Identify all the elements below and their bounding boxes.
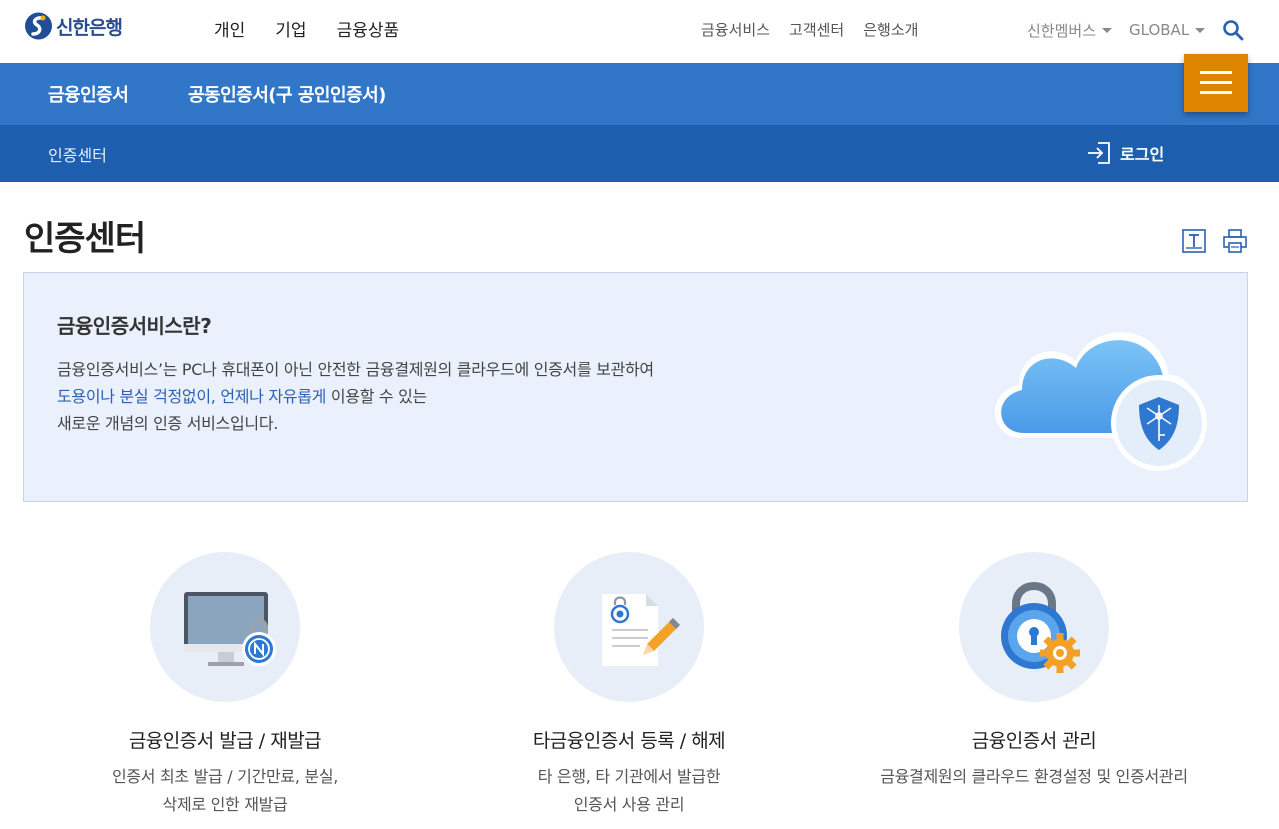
- lock-gear-icon: [1001, 582, 1080, 673]
- card-desc-line-1: 타 은행, 타 기관에서 발급한: [537, 767, 721, 786]
- hamburger-menu-button[interactable]: [1184, 54, 1248, 112]
- intro-line-2: 도용이나 분실 걱정없이, 언제나 자유롭게 이용할 수 있는: [57, 383, 427, 407]
- card-icon-circle: [150, 552, 300, 702]
- gnb-products[interactable]: 금융상품: [337, 16, 400, 41]
- login-button[interactable]: 로그인: [1086, 141, 1164, 165]
- card-title: 금융인증서 관리: [971, 730, 1097, 752]
- intro-line-1: 금융인증서비스’는 PC나 휴대폰이 아닌 안전한 금융결제원의 클라우드에 인…: [57, 360, 654, 379]
- intro-line-2-rest: 이용할 수 있는: [326, 387, 427, 406]
- members-dropdown[interactable]: 신한멤버스: [1027, 20, 1113, 41]
- breadcrumb[interactable]: 인증센터: [48, 142, 107, 166]
- intro-highlight: 도용이나 분실 걱정없이, 언제나 자유롭게: [57, 387, 327, 406]
- card-issue-certificate[interactable]: 금융인증서 발급 / 재발급 인증서 최초 발급 / 기간만료, 분실, 삭제로 …: [45, 552, 405, 819]
- caret-down-icon: [1102, 27, 1113, 33]
- gnb-personal[interactable]: 개인: [214, 16, 245, 41]
- service-intro-box: 금융인증서비스란? 금융인증서비스’는 PC나 휴대폰이 아닌 안전한 금융결제…: [23, 272, 1248, 502]
- cloud-shield-icon: [994, 332, 1207, 471]
- category-nav: 금융인증서 공동인증서(구 공인인증서): [0, 63, 1279, 125]
- caret-down-icon: [1195, 27, 1206, 33]
- card-desc-line-1: 인증서 최초 발급 / 기간만료, 분실,: [111, 767, 339, 786]
- logo-text: 신한은행: [56, 16, 123, 39]
- hamburger-icon: [1200, 91, 1232, 94]
- card-desc-line-1: 금융결제원의 클라우드 환경설정 및 인증서관리: [880, 767, 1188, 786]
- search-icon[interactable]: [1222, 19, 1244, 41]
- login-label: 로그인: [1120, 145, 1165, 164]
- util-about-bank[interactable]: 은행소개: [863, 19, 918, 40]
- card-desc: 금융결제원의 클라우드 환경설정 및 인증서관리: [854, 763, 1214, 791]
- members-label: 신한멤버스: [1027, 21, 1097, 40]
- card-title: 금융인증서 발급 / 재발급: [128, 730, 322, 752]
- card-icon-circle: [959, 552, 1109, 702]
- hamburger-icon: [1200, 81, 1232, 84]
- card-register-other-certificate[interactable]: 타금융인증서 등록 / 해제 타 은행, 타 기관에서 발급한인증서 사용 관리: [449, 552, 809, 819]
- gnb-corporate[interactable]: 기업: [275, 16, 306, 41]
- util-financial-service[interactable]: 금융서비스: [701, 19, 770, 40]
- utility-dropdowns: 신한멤버스 GLOBAL: [1027, 19, 1244, 41]
- monitor-lock-icon: [184, 592, 276, 666]
- hamburger-icon: [1200, 71, 1232, 74]
- sub-nav: 인증센터 로그인: [0, 125, 1279, 182]
- nav-joint-certificate[interactable]: 공동인증서(구 공인인증서): [188, 81, 386, 107]
- card-manage-certificate[interactable]: 금융인증서 관리 금융결제원의 클라우드 환경설정 및 인증서관리: [854, 552, 1214, 791]
- page-title: 인증센터: [24, 219, 146, 259]
- card-desc: 타 은행, 타 기관에서 발급한인증서 사용 관리: [449, 763, 809, 819]
- main-menu: 개인 기업 금융상품: [214, 16, 429, 41]
- shinhan-logo-icon: [25, 12, 52, 40]
- login-icon: [1088, 142, 1110, 164]
- card-desc-line-2: 삭제로 인한 재발급: [162, 795, 288, 814]
- print-icon[interactable]: [1222, 228, 1248, 254]
- card-title: 타금융인증서 등록 / 해제: [532, 730, 726, 752]
- intro-title: 금융인증서비스란?: [57, 314, 212, 338]
- util-customer-center[interactable]: 고객센터: [789, 19, 844, 40]
- card-desc-line-2: 인증서 사용 관리: [573, 795, 685, 814]
- global-label: GLOBAL: [1129, 21, 1190, 39]
- document-pencil-icon: [602, 594, 680, 666]
- intro-line-3: 새로운 개념의 인증 서비스입니다.: [57, 414, 279, 433]
- global-dropdown[interactable]: GLOBAL: [1129, 21, 1206, 39]
- card-desc: 인증서 최초 발급 / 기간만료, 분실, 삭제로 인한 재발급: [45, 763, 405, 819]
- utility-menu: 금융서비스 고객센터 은행소개: [701, 19, 937, 40]
- card-icon-circle: [554, 552, 704, 702]
- nav-financial-certificate[interactable]: 금융인증서: [48, 81, 129, 107]
- shinhan-logo[interactable]: 신한은행: [24, 10, 123, 42]
- text-size-icon[interactable]: [1181, 228, 1207, 254]
- top-header: 신한은행 개인 기업 금융상품 금융서비스 고객센터 은행소개 신한멤버스 GL…: [0, 0, 1279, 63]
